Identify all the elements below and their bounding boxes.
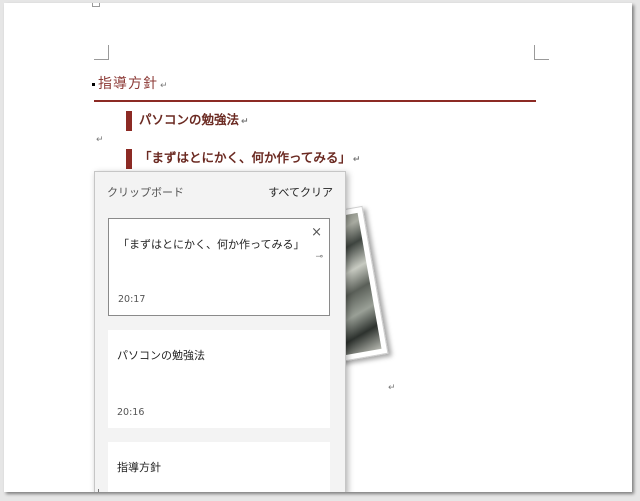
clipboard-pane: クリップボード すべてクリア 「まずはとにかく、何か作ってみる」 × ⊸ 20:… (94, 171, 346, 492)
paragraph-anchor-icon (92, 82, 95, 86)
empty-paragraph-mark-icon: ↵ (388, 383, 396, 393)
heading-2-try[interactable]: 「まずはとにかく、何か作ってみる」 ↵ (126, 149, 360, 169)
empty-paragraph-mark-icon: ↵ (96, 135, 104, 145)
heading-1[interactable]: 指導方針 ↵ (92, 73, 169, 93)
page-top-handle (92, 3, 100, 7)
pin-icon[interactable]: ⊸ (315, 252, 323, 262)
ruler-tick (98, 489, 99, 492)
clipboard-item-time: 20:16 (117, 407, 145, 418)
clipboard-item-text: 「まずはとにかく、何か作ってみる」 (118, 238, 305, 251)
margin-corner-top-left (94, 45, 109, 60)
clipboard-item-text: 指導方針 (117, 461, 161, 474)
heading-2-try-text: 「まずはとにかく、何か作ってみる」 (139, 150, 351, 165)
margin-corner-top-right (534, 45, 549, 60)
clipboard-item[interactable]: 「まずはとにかく、何か作ってみる」 × ⊸ 20:17 (108, 218, 330, 316)
clipboard-title: クリップボード (107, 186, 184, 199)
clipboard-item-text: パソコンの勉強法 (117, 349, 205, 362)
clipboard-item[interactable]: パソコンの勉強法 20:16 (108, 330, 330, 428)
heading-2-study-text: パソコンの勉強法 (139, 112, 240, 127)
clipboard-item[interactable]: 指導方針 (108, 442, 330, 492)
paragraph-mark-icon: ↵ (241, 117, 249, 127)
heading-underline (94, 100, 536, 102)
paragraph-mark-icon: ↵ (352, 155, 361, 165)
heading-1-text: 指導方針 (98, 76, 158, 92)
heading-2-study[interactable]: パソコンの勉強法 ↵ (126, 111, 249, 131)
document-page[interactable]: 指導方針 ↵ パソコンの勉強法 ↵ ↵ 「まずはとにかく、何か作ってみる」 ↵ ↵ ク… (4, 3, 632, 492)
close-icon[interactable]: × (311, 225, 322, 240)
window-frame: 指導方針 ↵ パソコンの勉強法 ↵ ↵ 「まずはとにかく、何か作ってみる」 ↵ ↵ ク… (0, 0, 640, 501)
paragraph-mark-icon: ↵ (160, 81, 169, 91)
clipboard-item-time: 20:17 (118, 294, 146, 305)
clear-all-button[interactable]: すべてクリア (268, 184, 333, 200)
